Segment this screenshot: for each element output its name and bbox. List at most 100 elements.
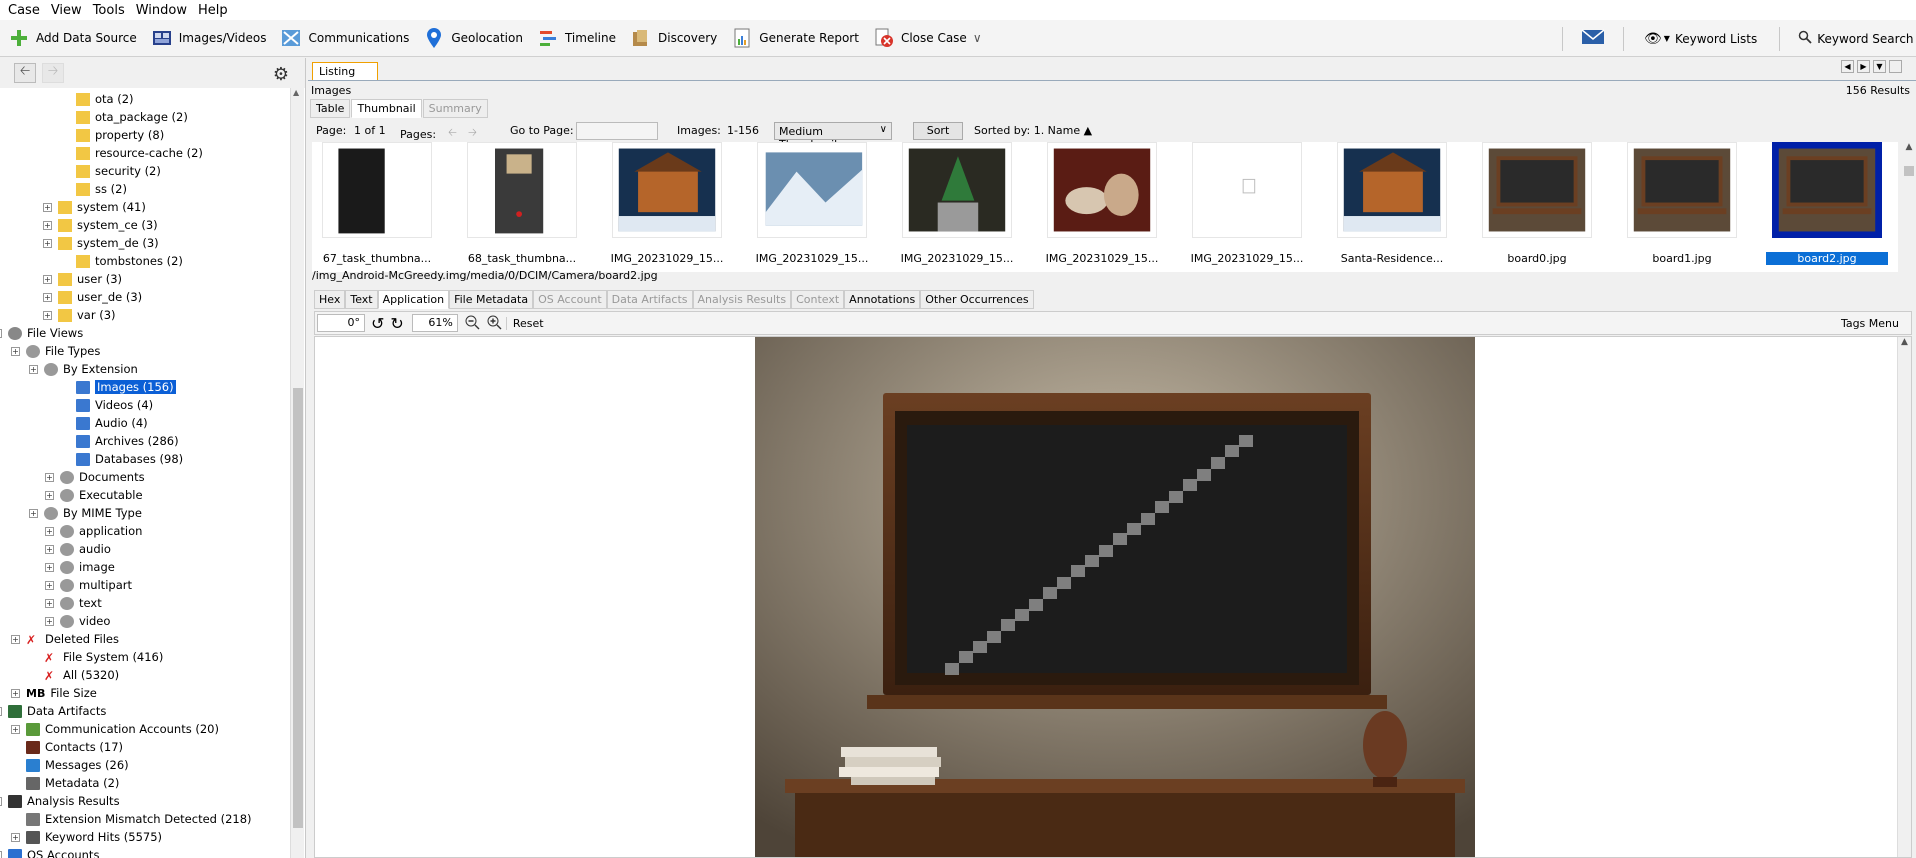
tree-node[interactable]: Databases (98) [76, 450, 183, 468]
next-page-icon[interactable]: 🡢 [468, 124, 477, 143]
tab-annotations[interactable]: Annotations [844, 290, 921, 309]
thumbnail-scrollbar[interactable]: ▲ [1902, 142, 1916, 272]
tree-node[interactable]: + ✗ Deleted Files [11, 630, 119, 648]
thumbnail-item[interactable]: IMG_20231029_15... [896, 142, 1018, 268]
thumbnail-item[interactable]: board0.jpg [1476, 142, 1598, 268]
communications-button[interactable]: Communications [280, 27, 409, 49]
tree-node[interactable]: + File Types [11, 342, 100, 360]
tree-node[interactable]: Archives (286) [76, 432, 179, 450]
tree-node[interactable]: + By MIME Type [29, 504, 142, 522]
tree-node[interactable]: + By Extension [29, 360, 138, 378]
tree-node[interactable]: + application [45, 522, 142, 540]
discovery-button[interactable]: Discovery [630, 27, 717, 49]
tree-node[interactable]: + text [45, 594, 102, 612]
menu-case[interactable]: Case [4, 3, 47, 18]
thumbnail-item[interactable]: IMG_20231029_15... [1186, 142, 1308, 268]
tree-node[interactable]: Images (156) [76, 378, 177, 396]
keyword-search-button[interactable]: Keyword Search [1798, 30, 1914, 47]
tree-node[interactable]: + user_de (3) [43, 288, 142, 306]
thumbnail-item[interactable]: IMG_20231029_15... [751, 142, 873, 268]
add-data-source-button[interactable]: Add Data Source [8, 27, 137, 49]
tab-analysis-results[interactable]: Analysis Results [692, 290, 792, 309]
rotate-left-icon[interactable]: ↺ [371, 314, 384, 333]
tree-node[interactable]: + Communication Accounts (20) [11, 720, 219, 738]
tree-node[interactable]: ota (2) [76, 90, 134, 108]
scroll-up-icon[interactable]: ▲ [1902, 142, 1916, 152]
tree-node[interactable]: + Executable [45, 486, 143, 504]
tab-context[interactable]: Context [791, 290, 845, 309]
thumbnail-size-select[interactable]: Medium Thumbnails∨ [774, 122, 892, 151]
tree-node[interactable]: Messages (26) [26, 756, 129, 774]
expand-toggle-icon[interactable]: + [11, 634, 20, 644]
expand-toggle-icon[interactable]: + [0, 796, 2, 806]
tree-node[interactable]: + var (3) [43, 306, 116, 324]
thumbnail-item[interactable]: 68_task_thumbna... [461, 142, 583, 268]
tab-text[interactable]: Text [345, 290, 378, 309]
expand-toggle-icon[interactable]: + [43, 238, 52, 248]
chevron-left-icon[interactable]: ◀ [1841, 60, 1854, 73]
thumbnail-item[interactable]: Santa-Residence... [1331, 142, 1453, 268]
images-videos-button[interactable]: Images/Videos [151, 27, 266, 49]
scrollbar-thumb[interactable] [293, 388, 303, 828]
expand-toggle-icon[interactable]: + [11, 832, 20, 842]
email-icon[interactable] [1581, 28, 1605, 49]
expand-toggle-icon[interactable]: + [11, 724, 20, 734]
expand-toggle-icon[interactable]: + [45, 562, 54, 572]
expand-toggle-icon[interactable]: + [11, 346, 20, 356]
overflow-chevron-icon[interactable]: ∨ [973, 31, 982, 45]
tab-os-account[interactable]: OS Account [533, 290, 607, 309]
expand-toggle-icon[interactable]: + [43, 292, 52, 302]
tree-node[interactable]: + File Views [0, 324, 83, 342]
scroll-up-icon[interactable]: ▲ [1898, 337, 1911, 347]
thumbnail-item[interactable]: IMG_20231029_15... [606, 142, 728, 268]
expand-toggle-icon[interactable]: + [0, 328, 2, 338]
menu-window[interactable]: Window [132, 3, 194, 18]
expand-toggle-icon[interactable]: + [11, 688, 20, 698]
tree-node[interactable]: + system (41) [43, 198, 146, 216]
expand-toggle-icon[interactable]: + [45, 472, 54, 482]
tree-node[interactable]: security (2) [76, 162, 161, 180]
tab-data-artifacts[interactable]: Data Artifacts [606, 290, 693, 309]
tree-node[interactable]: + audio [45, 540, 111, 558]
expand-toggle-icon[interactable]: + [45, 526, 54, 536]
tab-table[interactable]: Table [310, 99, 351, 118]
tree-node[interactable]: + Documents [45, 468, 145, 486]
expand-toggle-icon[interactable]: + [0, 850, 2, 858]
dropdown-icon[interactable]: ▼ [1873, 60, 1886, 73]
zoom-in-icon[interactable] [486, 314, 502, 333]
tree-node[interactable]: ss (2) [76, 180, 127, 198]
thumbnail-item[interactable]: board2.jpg [1766, 142, 1888, 268]
expand-toggle-icon[interactable]: + [45, 616, 54, 626]
tree-node[interactable]: Metadata (2) [26, 774, 119, 792]
tree-node[interactable]: Audio (4) [76, 414, 148, 432]
tree-node[interactable]: ✗ File System (416) [44, 648, 163, 666]
back-button[interactable]: 🡠 [14, 63, 36, 83]
expand-toggle-icon[interactable]: + [0, 706, 2, 716]
expand-toggle-icon[interactable]: + [43, 310, 52, 320]
tree-node[interactable]: + user (3) [43, 270, 122, 288]
menu-help[interactable]: Help [194, 3, 235, 18]
reset-button[interactable]: Reset [505, 316, 544, 330]
chevron-right-icon[interactable]: ▶ [1857, 60, 1870, 73]
tree-node[interactable]: + OS Accounts [0, 846, 99, 858]
tree-node[interactable]: + Keyword Hits (5575) [11, 828, 162, 846]
tree-node[interactable]: + Analysis Results [0, 792, 120, 810]
expand-toggle-icon[interactable]: + [45, 544, 54, 554]
zoom-out-icon[interactable] [464, 314, 480, 333]
tree-node[interactable]: + image [45, 558, 115, 576]
menu-view[interactable]: View [47, 3, 89, 18]
expand-toggle-icon[interactable]: + [29, 508, 38, 518]
tree-node[interactable]: ✗ All (5320) [44, 666, 119, 684]
zoom-field[interactable]: 61% [411, 314, 458, 332]
tree-scrollbar[interactable]: ▲ [290, 88, 304, 858]
gear-icon[interactable]: ⚙ [270, 64, 292, 86]
tree-node[interactable]: resource-cache (2) [76, 144, 203, 162]
scrollbar-thumb[interactable] [1904, 166, 1914, 176]
rotation-field[interactable]: 0° [317, 314, 365, 332]
tree-node[interactable]: Videos (4) [76, 396, 153, 414]
tab-hex[interactable]: Hex [314, 290, 346, 309]
tab-thumbnail[interactable]: Thumbnail [351, 99, 422, 118]
tags-menu-button[interactable]: Tags Menu [1841, 317, 1899, 330]
tab-application[interactable]: Application [377, 290, 450, 309]
tree-node[interactable]: ota_package (2) [76, 108, 188, 126]
